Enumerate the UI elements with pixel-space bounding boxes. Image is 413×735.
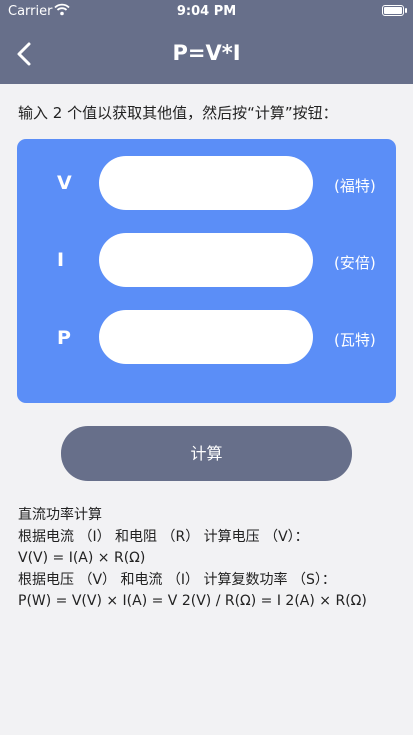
current-input[interactable] (99, 233, 313, 287)
formula-description: 直流功率计算 根据电流 （I） 和电阻 （R） 计算电压 （V）： V(V) =… (18, 505, 408, 613)
description-line: 根据电流 （I） 和电阻 （R） 计算电压 （V）： (18, 528, 309, 545)
voltage-unit: (福特) (334, 177, 376, 195)
power-unit: (瓦特) (334, 331, 376, 349)
description-line: P(W) = V(V) × I(A) = V 2(V) / R(Ω) = I 2… (18, 593, 367, 609)
voltage-label: V (57, 172, 72, 194)
status-bar: Carrier 9:04 PM (0, 0, 413, 24)
description-line: 根据电压 （V） 和电流 （I） 计算复数功率 （S）： (18, 571, 336, 588)
calculate-button[interactable]: 计算 (61, 426, 352, 481)
voltage-input[interactable] (99, 156, 313, 210)
description-line: V(V) = I(A) × R(Ω) (18, 550, 146, 566)
power-input[interactable] (99, 310, 313, 364)
status-time: 9:04 PM (176, 4, 237, 19)
current-unit: (安倍) (334, 254, 376, 272)
input-card: V (福特) I (安倍) P (瓦特) (17, 139, 396, 403)
instruction-text: 输入 2 个值以获取其他值，然后按“计算”按钮： (18, 104, 338, 122)
navigation-bar: Carrier 9:04 PM P=V*I (0, 0, 413, 84)
battery-icon (382, 5, 404, 16)
current-label: I (57, 249, 65, 271)
power-label: P (57, 327, 71, 349)
battery-tip-icon (405, 8, 407, 13)
page-title: P=V*I (172, 41, 241, 65)
description-line: 直流功率计算 (18, 507, 102, 523)
